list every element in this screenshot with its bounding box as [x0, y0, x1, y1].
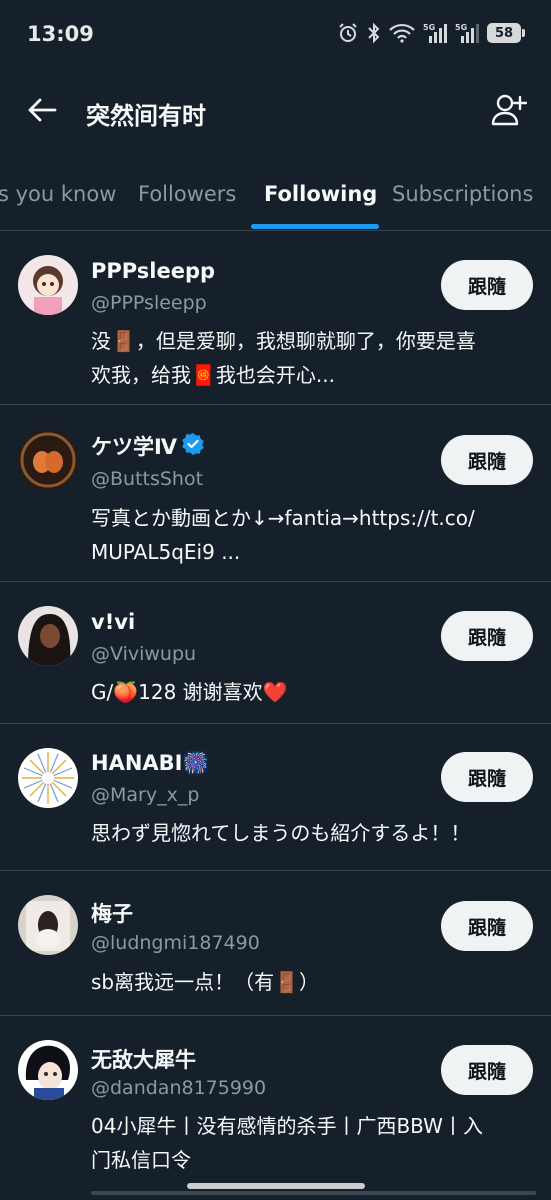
- follow-button[interactable]: 跟隨: [441, 435, 533, 485]
- page-title: 突然间有时: [86, 102, 206, 130]
- status-icons: 5G 5G 58: [337, 22, 525, 44]
- user-handle: @PPPsleepp: [91, 292, 207, 314]
- signal-icon: 5G: [455, 22, 479, 44]
- bio-line: 没🚪，但是爱聊，我想聊就聊了，你要是喜: [91, 329, 476, 353]
- avatar[interactable]: [18, 895, 78, 955]
- tab-followers[interactable]: Followers: [138, 182, 236, 206]
- home-indicator[interactable]: [187, 1183, 365, 1189]
- user-bio: sb离我远一点！（有🚪）: [91, 965, 536, 999]
- user-name[interactable]: v!vi: [91, 610, 135, 634]
- avatar[interactable]: [18, 606, 78, 666]
- list-item[interactable]: PPPsleepp @PPPsleepp 没🚪，但是爱聊，我想聊就聊了，你要是喜…: [0, 231, 551, 405]
- follow-button[interactable]: 跟隨: [441, 260, 533, 310]
- user-bio: 思わず見惚れてしまうのも紹介するよ！！: [91, 816, 536, 850]
- list-item[interactable]: 无敌大犀牛 @dandan8175990 04小犀牛丨没有感情的杀手丨广西BBW…: [0, 1016, 551, 1200]
- bio-line: sb离我远一点！（有🚪）: [91, 970, 320, 994]
- avatar[interactable]: [18, 748, 78, 808]
- next-item-preview: [91, 1188, 536, 1200]
- signal-icon: 5G: [423, 22, 447, 44]
- avatar[interactable]: [18, 255, 78, 315]
- back-button[interactable]: [22, 92, 62, 132]
- tab-following[interactable]: Following: [264, 182, 377, 206]
- active-tab-indicator: [251, 224, 379, 229]
- user-name[interactable]: ケツ学Ⅳ: [91, 431, 205, 461]
- bio-line: 04小犀牛丨没有感情的杀手丨广西BBW丨入: [91, 1114, 483, 1138]
- list-item[interactable]: ケツ学Ⅳ @ButtsShot 写真とか動画とか↓→fantia→https:/…: [0, 405, 551, 582]
- add-user-button[interactable]: [487, 90, 531, 134]
- bio-line: MUPAL5qEi9 ...: [91, 540, 241, 564]
- user-name[interactable]: 无敌大犀牛: [91, 1044, 196, 1074]
- bluetooth-icon: [367, 22, 381, 44]
- follow-button[interactable]: 跟隨: [441, 611, 533, 661]
- user-name[interactable]: PPPsleepp: [91, 259, 215, 283]
- follow-button[interactable]: 跟隨: [441, 1045, 533, 1095]
- list-item[interactable]: v!vi @Viviwupu G/🍑128 谢谢喜欢❤️ 跟隨: [0, 582, 551, 724]
- status-bar: 13:09 5G 5G 58: [0, 0, 551, 70]
- bio-line: 思わず見惚れてしまうのも紹介するよ！！: [91, 821, 471, 845]
- bio-line: 门私信口令: [91, 1148, 191, 1172]
- user-handle: @Viviwupu: [91, 643, 197, 665]
- bio-line: 欢我，给我🧧我也会开心...: [91, 363, 335, 387]
- tab-followers-you-know[interactable]: s you know: [0, 182, 116, 206]
- wifi-icon: [389, 23, 415, 43]
- bio-line: G/🍑128 谢谢喜欢❤️: [91, 680, 288, 704]
- user-handle: @ludngmi187490: [91, 932, 260, 954]
- status-time: 13:09: [27, 22, 94, 46]
- add-user-icon: [491, 93, 528, 131]
- tab-bar: s you know Followers Following Subscript…: [0, 165, 551, 231]
- follow-button[interactable]: 跟隨: [441, 901, 533, 951]
- tab-subscriptions[interactable]: Subscriptions: [392, 182, 533, 206]
- user-name[interactable]: HANABI🎆: [91, 751, 209, 776]
- alarm-icon: [337, 22, 359, 44]
- user-handle: @ButtsShot: [91, 468, 204, 490]
- follow-button[interactable]: 跟隨: [441, 752, 533, 802]
- header: 突然间有时: [0, 70, 551, 150]
- battery-level: 58: [494, 25, 514, 41]
- avatar[interactable]: [18, 430, 78, 490]
- user-handle: @dandan8175990: [91, 1077, 267, 1099]
- battery-icon: 58: [487, 23, 525, 43]
- user-bio: 没🚪，但是爱聊，我想聊就聊了，你要是喜 欢我，给我🧧我也会开心...: [91, 324, 536, 392]
- user-handle: @Mary_x_p: [91, 784, 200, 806]
- list-item[interactable]: HANABI🎆 @Mary_x_p 思わず見惚れてしまうのも紹介するよ！！ 跟隨: [0, 724, 551, 871]
- svg-text:5G: 5G: [423, 23, 435, 32]
- verified-badge-icon: [181, 432, 205, 461]
- user-bio: 写真とか動画とか↓→fantia→https://t.co/ MUPAL5qEi…: [91, 501, 536, 569]
- svg-text:5G: 5G: [455, 23, 467, 32]
- user-bio: G/🍑128 谢谢喜欢❤️: [91, 675, 536, 709]
- arrow-left-icon: [27, 97, 57, 127]
- bio-line: 写真とか動画とか↓→fantia→https://t.co/: [91, 506, 475, 530]
- avatar[interactable]: [18, 1040, 78, 1100]
- list-item[interactable]: 梅子 @ludngmi187490 sb离我远一点！（有🚪） 跟隨: [0, 871, 551, 1016]
- user-name[interactable]: 梅子: [91, 898, 133, 928]
- user-bio: 04小犀牛丨没有感情的杀手丨广西BBW丨入 门私信口令: [91, 1109, 536, 1177]
